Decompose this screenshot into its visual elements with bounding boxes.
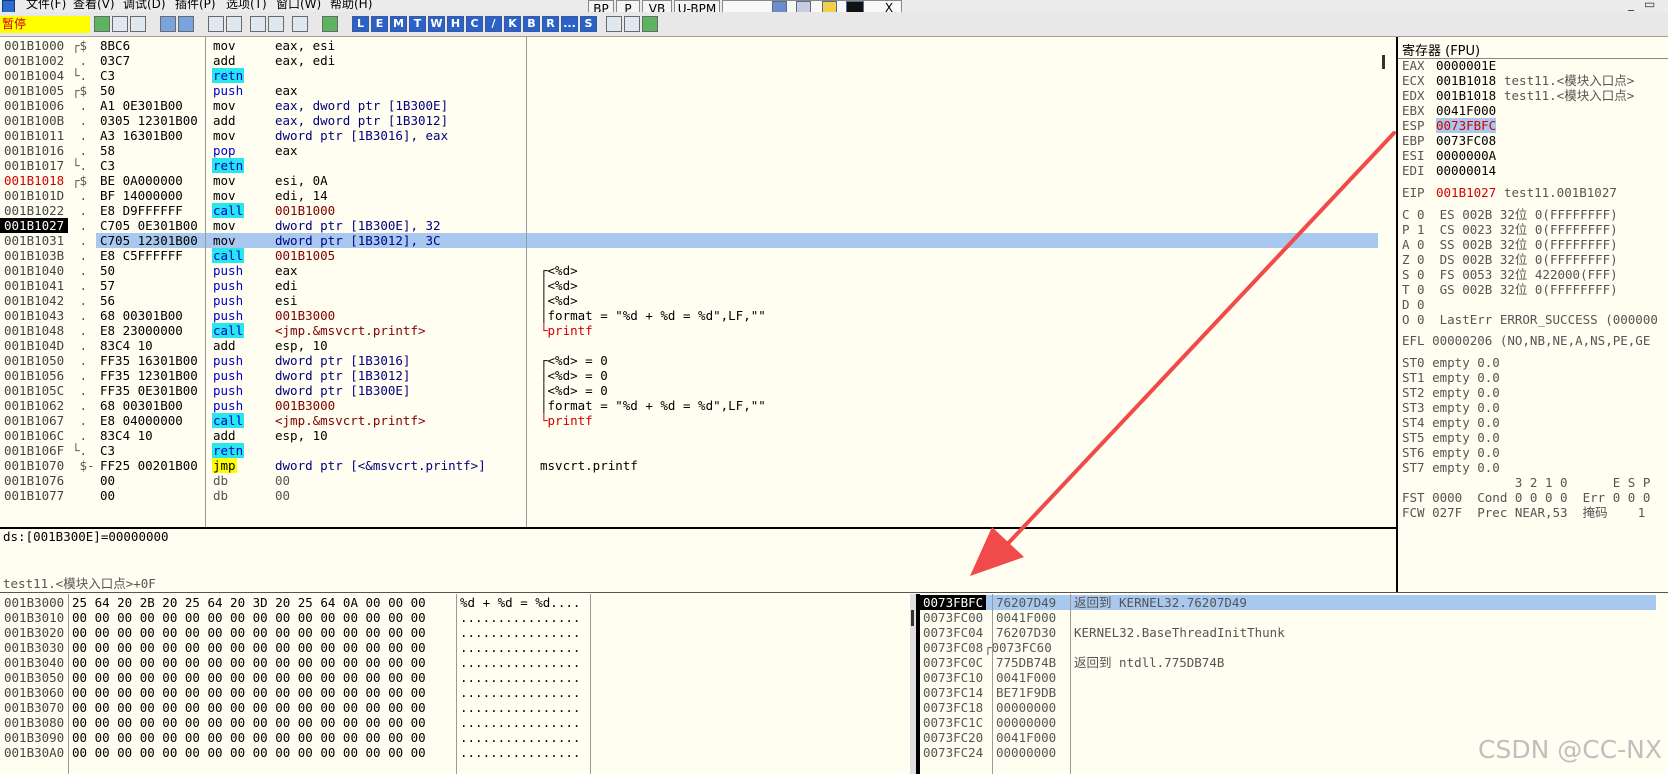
annotation-arrow	[970, 131, 1396, 576]
watermark: CSDN @CC-NX	[1478, 735, 1662, 764]
